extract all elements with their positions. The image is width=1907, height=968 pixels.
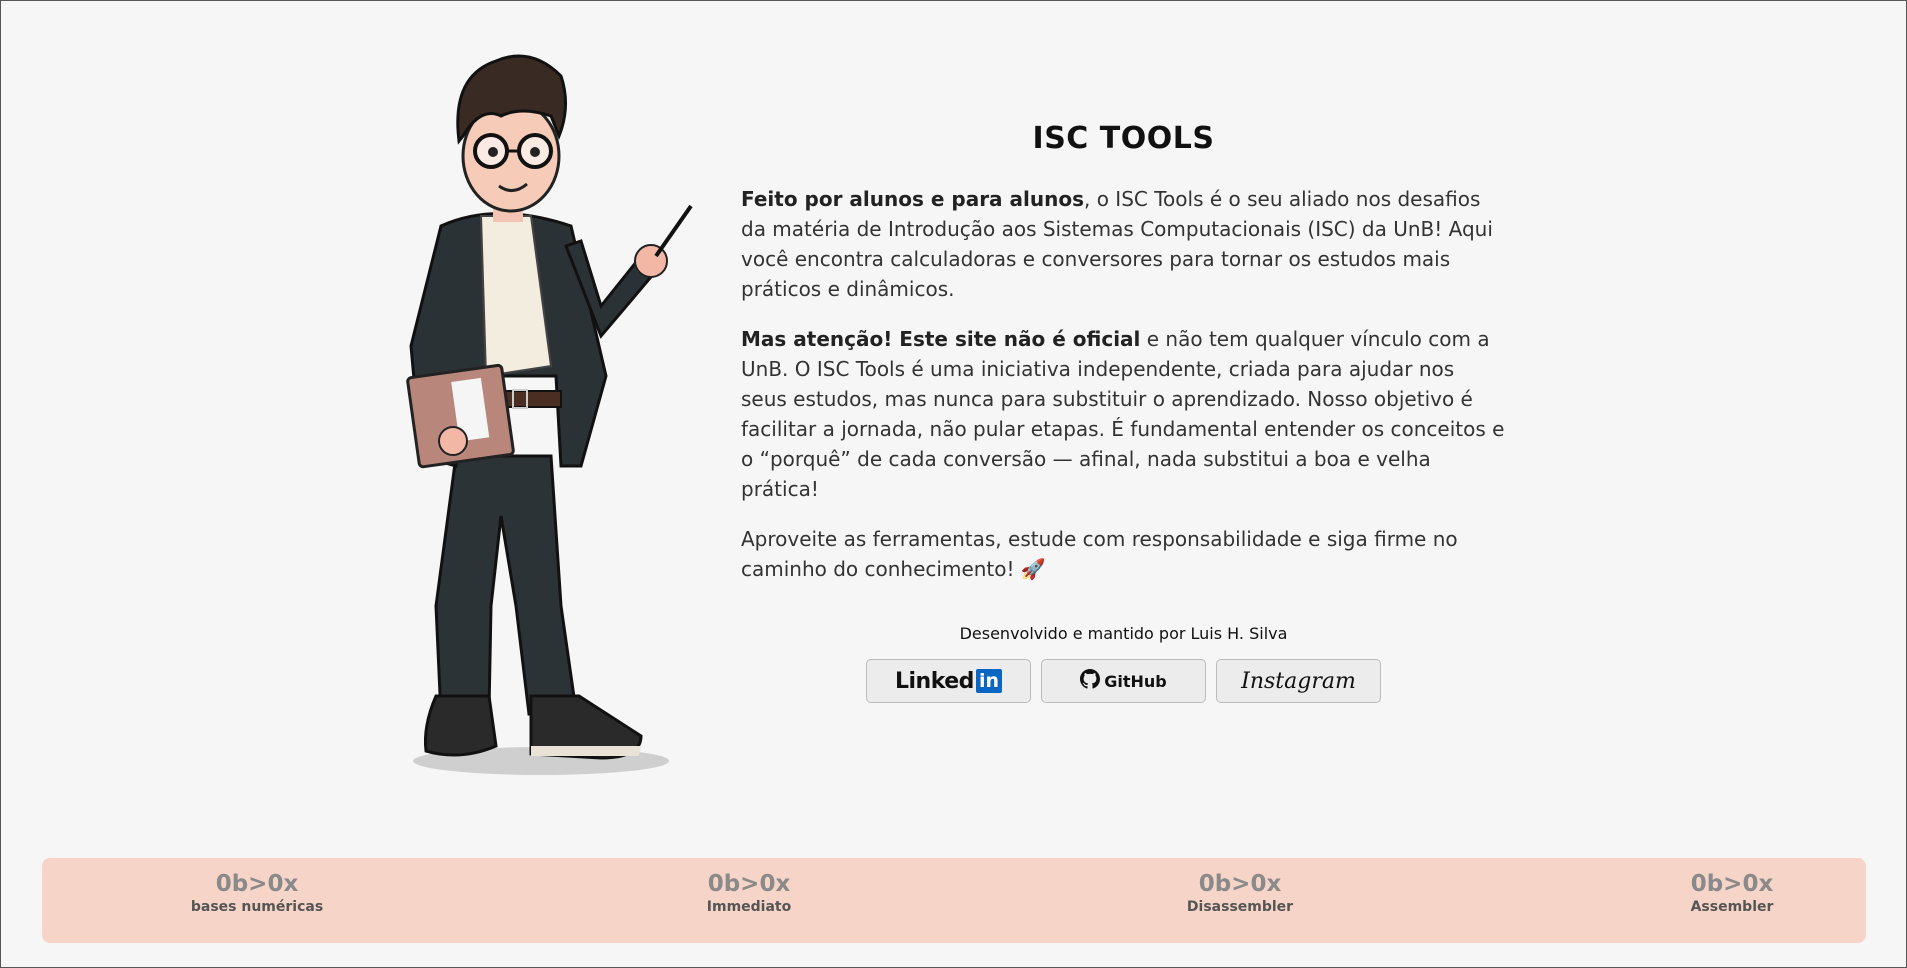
- warning-paragraph: Mas atenção! Este site não é oficial e n…: [741, 324, 1506, 504]
- instagram-label: Instagram: [1241, 668, 1356, 694]
- nav-label: Assembler: [1690, 899, 1774, 915]
- nav-logo: 0b>0x: [707, 871, 791, 897]
- nav-label: Disassembler: [1186, 899, 1294, 915]
- nav-logo: 0b>0x: [1690, 871, 1774, 897]
- nav-logo: 0b>0x: [1198, 871, 1282, 897]
- nav-assembler[interactable]: 0b>0x Assembler: [1622, 870, 1842, 916]
- about-section: ISC TOOLS Feito por alunos e para alunos…: [741, 121, 1506, 703]
- github-icon: [1080, 669, 1101, 693]
- nav-immediato[interactable]: 0b>0x Immediato: [639, 870, 859, 916]
- nav-logo: 0b>0x: [215, 871, 299, 897]
- intro-paragraph: Feito por alunos e para alunos, o ISC To…: [741, 184, 1506, 304]
- credit-text: Desenvolvido e mantido por Luis H. Silva: [959, 624, 1288, 643]
- github-label: GitHub: [1104, 671, 1167, 691]
- intro-bold: Feito por alunos e para alunos: [741, 187, 1084, 211]
- page-title: ISC TOOLS: [1032, 121, 1215, 156]
- instagram-button[interactable]: Instagram: [1216, 659, 1381, 703]
- closing-paragraph: Aproveite as ferramentas, estude com res…: [741, 527, 1458, 581]
- nav-disassembler[interactable]: 0b>0x Disassembler: [1130, 870, 1350, 916]
- linkedin-icon: in: [975, 669, 1002, 693]
- warning-text: e não tem qualquer vínculo com a UnB. O …: [741, 327, 1505, 501]
- linkedin-wordmark: Linked: [895, 668, 974, 694]
- nav-bases-numericas[interactable]: 0b>0x bases numéricas: [147, 870, 367, 916]
- nav-label: Immediato: [706, 899, 792, 915]
- social-links: Linked in GitHub Instagram: [741, 659, 1506, 703]
- github-button[interactable]: GitHub: [1041, 659, 1206, 703]
- linkedin-button[interactable]: Linked in: [866, 659, 1031, 703]
- tools-nav-bar: 0b>0x bases numéricas 0b>0x Immediato 0b…: [42, 858, 1866, 943]
- warning-bold: Mas atenção! Este site não é oficial: [741, 327, 1141, 351]
- nav-label: bases numéricas: [190, 899, 324, 915]
- student-illustration: [401, 46, 701, 781]
